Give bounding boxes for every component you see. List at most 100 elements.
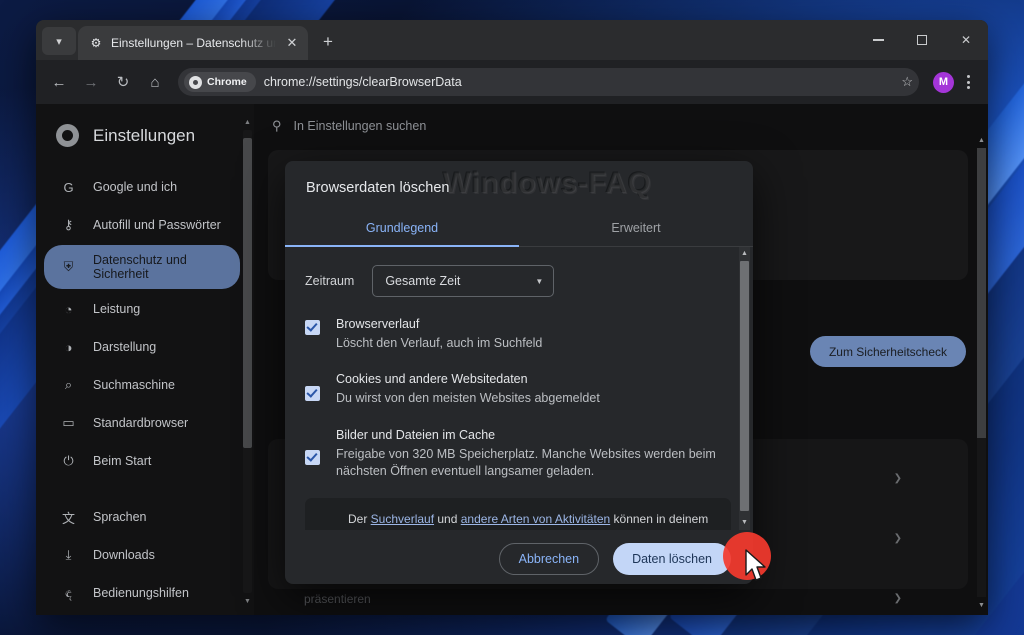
sidebar-item-downloads[interactable]: ⤓ Downloads	[44, 537, 240, 573]
dialog-title: Browserdaten löschen	[306, 180, 450, 196]
forward-icon[interactable]: →	[76, 67, 106, 97]
sidebar-item-bedienungshilfen[interactable]: ඳ Bedienungshilfen	[44, 575, 240, 611]
browser-toolbar: ← → ↻ ⌂ Chrome chrome://settings/clearBr…	[36, 60, 988, 104]
sidebar-item-label: Downloads	[93, 548, 155, 562]
maximize-button[interactable]	[900, 20, 944, 60]
time-range-select[interactable]: Gesamte Zeit ▼	[372, 265, 555, 297]
accessibility-icon: ඳ	[65, 585, 72, 600]
sidebar-divider	[36, 481, 254, 497]
search-placeholder: In Einstellungen suchen	[293, 119, 427, 133]
scroll-up-icon[interactable]: ▲	[739, 247, 750, 261]
back-icon[interactable]: ←	[44, 67, 74, 97]
tab-erweitert[interactable]: Erweitert	[519, 212, 753, 246]
new-tab-button[interactable]: +	[314, 28, 342, 56]
settings-brand: Einstellungen	[36, 116, 254, 167]
sidebar-item-autofill[interactable]: ⚷ Autofill und Passwörter	[44, 207, 240, 243]
dialog-scrollbar-thumb[interactable]	[740, 261, 749, 511]
sidebar-item-sprachen[interactable]: 文 Sprachen	[44, 499, 240, 535]
key-icon: ⚷	[63, 217, 74, 232]
time-range-label: Zeitraum	[305, 274, 355, 288]
sidebar-item-standardbrowser[interactable]: ▭ Standardbrowser	[44, 405, 240, 441]
settings-page: Einstellungen G Google und ich ⚷ Autofil…	[36, 104, 988, 615]
search-icon: ⌕	[64, 377, 73, 392]
sidebar-item-label: Beim Start	[93, 454, 152, 468]
note-prefix: Der	[348, 512, 371, 526]
sidebar-item-label: Autofill und Passwörter	[93, 218, 221, 232]
dialog-tabs: Grundlegend Erweitert	[285, 212, 753, 247]
tab-strip: ▾ ⚙ Einstellungen – Datenschutz un ✕ + ✕	[36, 20, 988, 60]
checkbox-row-cache[interactable]: Bilder und Dateien im Cache Freigabe von…	[305, 428, 731, 481]
safety-check-button[interactable]: Zum Sicherheitscheck	[809, 336, 966, 367]
sidebar-scrollbar[interactable]	[243, 130, 252, 593]
aktivitaeten-link[interactable]: andere Arten von Aktivitäten	[461, 512, 610, 526]
scroll-down-icon[interactable]: ▼	[977, 599, 986, 613]
background-label: präsentieren	[304, 592, 371, 606]
sidebar-item-label: Sprachen	[93, 510, 147, 524]
search-input[interactable]: ⚲ In Einstellungen suchen	[254, 104, 988, 134]
google-note-text: Der Suchverlauf und andere Arten von Akt…	[348, 511, 716, 530]
scroll-up-icon[interactable]: ▲	[243, 116, 252, 130]
chrome-chip-label: Chrome	[207, 76, 247, 88]
google-icon: G	[318, 528, 334, 530]
cancel-button[interactable]: Abbrechen	[498, 543, 600, 575]
page-title: Einstellungen	[93, 125, 196, 145]
content-scrollbar-thumb[interactable]	[977, 148, 986, 438]
sidebar-item-beim-start[interactable]: ⏻ Beim Start	[44, 443, 240, 479]
checkbox-row-cookies[interactable]: Cookies und andere Websitedaten Du wirst…	[305, 372, 731, 407]
chevron-right-icon[interactable]: ❯	[894, 593, 902, 604]
kebab-menu-icon[interactable]	[956, 75, 980, 89]
checkbox-label: Cookies und andere Websitedaten	[336, 372, 528, 387]
clear-browsing-data-dialog: Windows-FAQ Browserdaten löschen Grundle…	[285, 161, 753, 584]
google-icon: G	[63, 179, 74, 195]
checkbox-cache[interactable]	[305, 449, 320, 465]
reload-icon[interactable]: ↻	[108, 67, 138, 97]
address-bar[interactable]: Chrome chrome://settings/clearBrowserDat…	[178, 68, 919, 96]
chevron-right-icon[interactable]: ❯	[894, 473, 902, 484]
home-icon[interactable]: ⌂	[140, 67, 170, 97]
sidebar-item-darstellung[interactable]: ◑ Darstellung	[44, 329, 240, 365]
time-range-row: Zeitraum Gesamte Zeit ▼	[305, 265, 731, 297]
sidebar-item-system[interactable]: ⚒ System	[44, 613, 240, 615]
dialog-scrollbar[interactable]	[739, 247, 750, 530]
mouse-cursor	[745, 549, 766, 581]
checkbox-cookies[interactable]	[305, 386, 320, 402]
sidebar-item-leistung[interactable]: ◔ Leistung	[44, 291, 240, 327]
checkbox-browserverlauf[interactable]	[305, 320, 320, 335]
avatar[interactable]: M	[933, 71, 954, 93]
content-scrollbar[interactable]	[977, 148, 986, 597]
suchverlauf-link[interactable]: Suchverlauf	[371, 512, 434, 526]
sidebar-item-google-und-ich[interactable]: G Google und ich	[44, 169, 240, 205]
sidebar-item-suchmaschine[interactable]: ⌕ Suchmaschine	[44, 367, 240, 403]
scroll-down-icon[interactable]: ▼	[739, 516, 750, 530]
scroll-down-icon[interactable]: ▼	[243, 595, 252, 609]
checkbox-row-browserverlauf[interactable]: Browserverlauf Löscht den Verlauf, auch …	[305, 317, 731, 352]
tab-search-icon[interactable]: ▾	[42, 27, 76, 55]
sidebar-scrollbar-thumb[interactable]	[243, 138, 252, 448]
translate-icon: 文	[61, 510, 75, 526]
close-window-button[interactable]: ✕	[944, 20, 988, 60]
sidebar-item-label: Darstellung	[93, 340, 157, 354]
speedometer-icon: ◔	[64, 301, 73, 317]
tab-grundlegend[interactable]: Grundlegend	[285, 212, 519, 246]
sidebar-item-label: Suchmaschine	[93, 378, 175, 392]
sidebar-item-label: Standardbrowser	[93, 416, 189, 430]
minimize-button[interactable]	[856, 20, 900, 60]
url-text[interactable]: chrome://settings/clearBrowserData	[264, 75, 913, 89]
power-icon: ⏻	[63, 453, 74, 468]
palette-icon: ◑	[64, 339, 73, 355]
sidebar-item-datenschutz-und-sicherheit[interactable]: ⛨ Datenschutz und Sicherheit	[44, 245, 240, 289]
browser-window-icon: ▭	[62, 415, 75, 430]
chevron-down-icon: ▼	[535, 276, 544, 286]
search-icon: ⚲	[272, 118, 282, 133]
browser-tab[interactable]: ⚙ Einstellungen – Datenschutz un ✕	[78, 26, 308, 60]
tab-title: Einstellungen – Datenschutz un	[111, 36, 276, 50]
delete-data-button[interactable]: Daten löschen	[613, 543, 731, 575]
checkbox-label: Bilder und Dateien im Cache	[336, 427, 496, 442]
chevron-right-icon[interactable]: ❯	[894, 533, 902, 544]
close-icon[interactable]: ✕	[284, 35, 300, 51]
time-range-value: Gesamte Zeit	[385, 274, 461, 288]
checkbox-sublabel: Löscht den Verlauf, auch im Suchfeld	[336, 336, 543, 350]
bookmark-star-icon[interactable]: ☆	[901, 74, 913, 90]
chrome-chip[interactable]: Chrome	[184, 72, 256, 92]
scroll-up-icon[interactable]: ▲	[977, 134, 986, 148]
